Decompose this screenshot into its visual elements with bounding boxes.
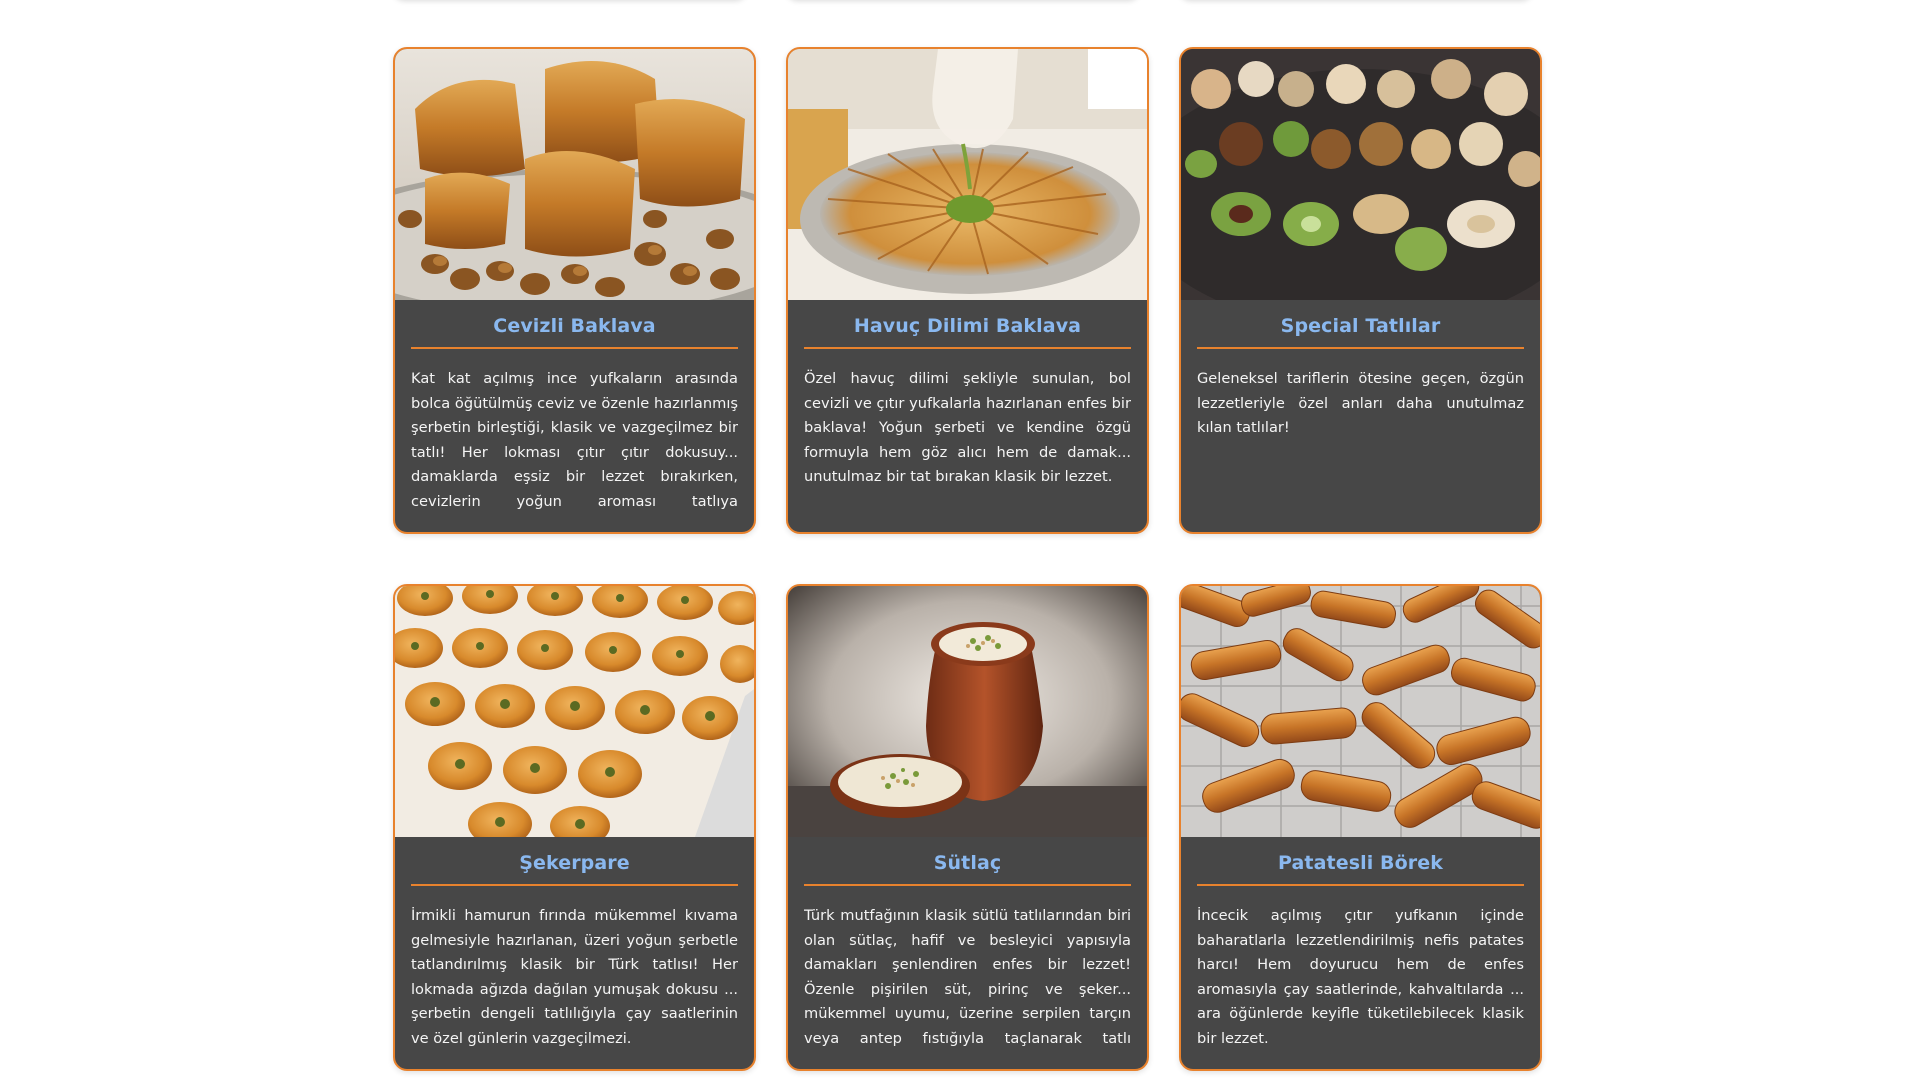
card-description: Türk mutfağının klasik sütlü tatlılarınd…: [804, 907, 1131, 1047]
cevizli-baklava-image[interactable]: [395, 49, 754, 300]
sutlac-image[interactable]: [788, 586, 1147, 837]
special-tatlilar-image[interactable]: [1181, 49, 1540, 300]
product-card-cevizli-baklava[interactable]: Cevizli Baklava Kat kat açılmış ince yuf…: [393, 47, 756, 534]
product-card-special-tatlilar[interactable]: Special Tatlılar Geleneksel tariflerin ö…: [1179, 47, 1542, 534]
card-description: İrmikli hamurun fırında mükemmel kıvama …: [411, 907, 738, 1047]
product-grid: Cevizli Baklava Kat kat açılmış ince yuf…: [393, 47, 1542, 1071]
card-description: İncecik açılmış çıtır yufkanın içinde ba…: [1197, 907, 1524, 1047]
product-card-sekerpare[interactable]: Şekerpare İrmikli hamurun fırında mükemm…: [393, 584, 756, 1071]
card-title: Sütlaç: [804, 837, 1131, 886]
card-title: Cevizli Baklava: [411, 300, 738, 349]
havuc-dilimi-baklava-image[interactable]: [788, 49, 1147, 300]
card-title: Special Tatlılar: [1197, 300, 1524, 349]
card-description: Geleneksel tariflerin ötesine geçen, özg…: [1197, 370, 1524, 437]
card-title: Havuç Dilimi Baklava: [804, 300, 1131, 349]
card-description: Kat kat açılmış ince yufkaların arasında…: [411, 370, 738, 510]
card-title: Şekerpare: [411, 837, 738, 886]
product-card-havuc-dilimi-baklava[interactable]: Havuç Dilimi Baklava Özel havuç dilimi ş…: [786, 47, 1149, 534]
card-description: Özel havuç dilimi şekliyle sunulan, bol …: [804, 370, 1131, 486]
sekerpare-image[interactable]: [395, 586, 754, 837]
card-title: Patatesli Börek: [1197, 837, 1524, 886]
product-card-patatesli-borek[interactable]: Patatesli Börek İncecik açılmış çıtır yu…: [1179, 584, 1542, 1071]
patatesli-borek-image[interactable]: [1181, 586, 1540, 837]
product-card-sutlac[interactable]: Sütlaç Türk mutfağının klasik sütlü tatl…: [786, 584, 1149, 1071]
